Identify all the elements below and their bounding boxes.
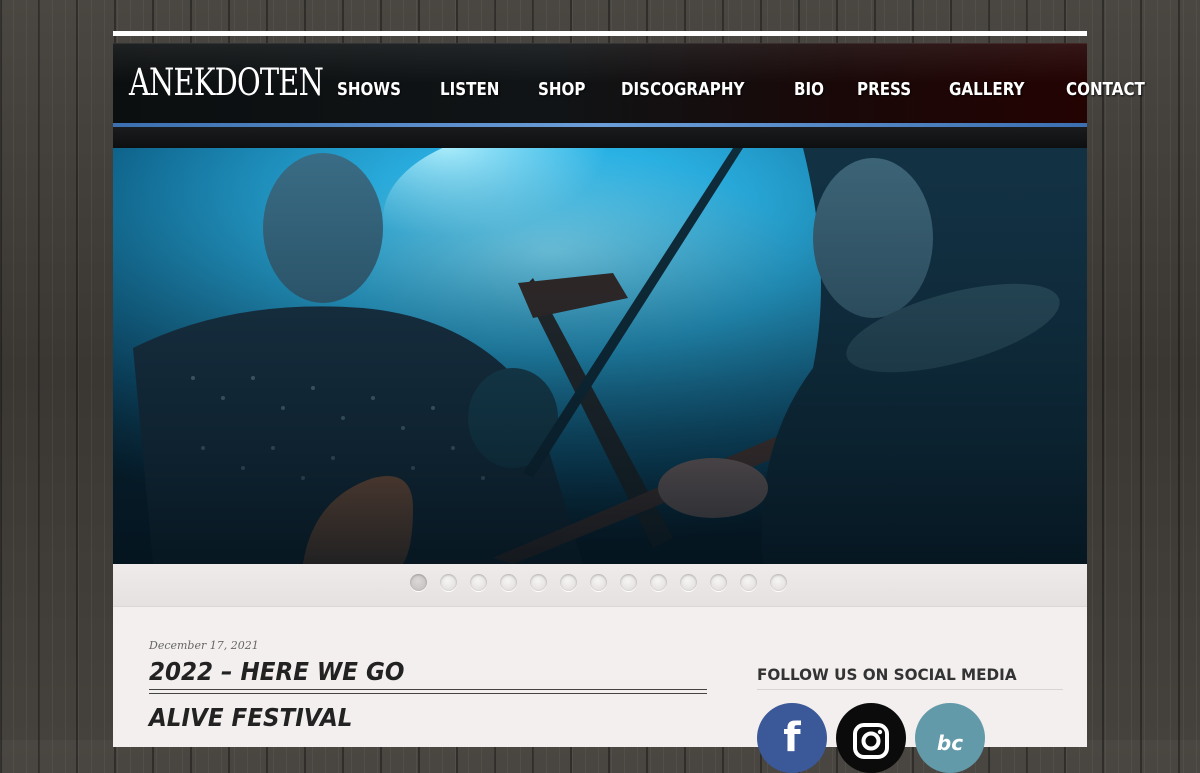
follow-divider: [757, 689, 1063, 690]
main-content: December 17, 2021 2022 – HERE WE GO ALIV…: [113, 607, 1087, 773]
follow-title: FOLLOW US ON SOCIAL MEDIA: [757, 665, 1017, 684]
instagram-icon[interactable]: [836, 703, 906, 773]
slider-dot-9[interactable]: [650, 574, 667, 591]
slider-dot-7[interactable]: [590, 574, 607, 591]
nav-bio[interactable]: BIO: [794, 79, 824, 101]
nav-discography[interactable]: DISCOGRAPHY: [621, 79, 744, 101]
slider-dot-6[interactable]: [560, 574, 577, 591]
slider-dot-11[interactable]: [710, 574, 727, 591]
slider-dot-8[interactable]: [620, 574, 637, 591]
slider-dot-2[interactable]: [440, 574, 457, 591]
facebook-icon[interactable]: f: [757, 703, 827, 773]
nav-press[interactable]: PRESS: [857, 79, 911, 101]
concert-photo: [113, 148, 1087, 564]
slider-dot-4[interactable]: [500, 574, 517, 591]
post-title-divider: [149, 689, 707, 694]
post-subheading: ALIVE FESTIVAL: [149, 703, 353, 732]
social-links: f bc: [757, 703, 994, 773]
site-header: ANEKDOTEN SHOWS LISTEN SHOP DISCOGRAPHY …: [113, 43, 1144, 127]
slider-dot-3[interactable]: [470, 574, 487, 591]
nav-gallery[interactable]: GALLERY: [949, 79, 1024, 101]
slider-dot-12[interactable]: [740, 574, 757, 591]
hero-slide-image[interactable]: [113, 148, 1087, 564]
header-shadow-band: [113, 127, 1087, 148]
top-border: [113, 31, 1087, 36]
slider-dots: [410, 574, 800, 591]
slider-dot-10[interactable]: [680, 574, 697, 591]
nav-contact[interactable]: CONTACT: [1066, 79, 1145, 101]
slider-dot-5[interactable]: [530, 574, 547, 591]
nav-shop[interactable]: SHOP: [538, 79, 585, 101]
post-title[interactable]: 2022 – HERE WE GO: [149, 657, 404, 687]
nav-shows[interactable]: SHOWS: [337, 79, 401, 101]
main-nav: SHOWS LISTEN SHOP DISCOGRAPHY BIO PRESS …: [337, 79, 1159, 101]
slider-pagination-bar: [113, 564, 1087, 607]
bandcamp-icon[interactable]: bc: [915, 703, 985, 773]
slider-dot-13[interactable]: [770, 574, 787, 591]
post-date: December 17, 2021: [149, 639, 259, 652]
slider-dot-1[interactable]: [410, 574, 427, 591]
nav-listen[interactable]: LISTEN: [440, 79, 499, 101]
site-logo[interactable]: ANEKDOTEN: [129, 61, 324, 105]
instagram-glyph: [853, 723, 889, 759]
page-container: ANEKDOTEN SHOWS LISTEN SHOP DISCOGRAPHY …: [113, 31, 1144, 773]
